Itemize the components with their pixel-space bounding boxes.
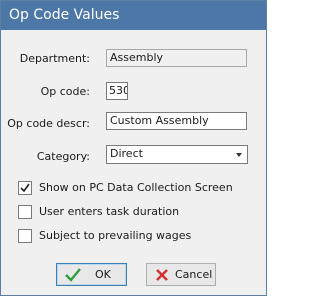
- department-label: Department:: [19, 52, 90, 65]
- dialog-title: Op Code Values: [9, 7, 120, 23]
- op-code-descr-input[interactable]: Custom Assembly: [106, 112, 247, 130]
- title-bar[interactable]: Op Code Values: [1, 1, 266, 30]
- subject-to-prevailing-wages-checkbox[interactable]: [18, 229, 32, 243]
- chevron-down-icon: [236, 153, 242, 157]
- department-field: Assembly: [106, 49, 247, 67]
- x-icon: [156, 269, 168, 281]
- show-on-pc-data-collection-checkbox[interactable]: [18, 181, 32, 195]
- category-label: Category:: [36, 150, 90, 163]
- subject-to-prevailing-wages-label: Subject to prevailing wages: [39, 229, 192, 242]
- op-code-values-dialog: Op Code Values Department: Assembly Op c…: [0, 0, 267, 296]
- category-select[interactable]: Direct: [106, 145, 248, 164]
- ok-button-label: OK: [95, 268, 111, 281]
- cancel-button-label: Cancel: [175, 268, 213, 281]
- user-enters-task-duration-label: User enters task duration: [39, 205, 180, 218]
- checkmark-icon: [20, 183, 30, 193]
- op-code-descr-label: Op code descr:: [7, 117, 90, 130]
- department-value: Assembly: [110, 51, 164, 64]
- op-code-descr-value: Custom Assembly: [110, 114, 209, 127]
- op-code-input[interactable]: 530: [106, 82, 128, 100]
- cancel-button[interactable]: Cancel: [146, 263, 216, 286]
- op-code-value: 530: [109, 84, 128, 97]
- user-enters-task-duration-checkbox[interactable]: [18, 205, 32, 219]
- category-value: Direct: [110, 147, 143, 160]
- show-on-pc-data-collection-label: Show on PC Data Collection Screen: [39, 181, 233, 194]
- op-code-label: Op code:: [40, 85, 90, 98]
- ok-button[interactable]: OK: [56, 263, 127, 286]
- checkmark-icon: [65, 268, 81, 282]
